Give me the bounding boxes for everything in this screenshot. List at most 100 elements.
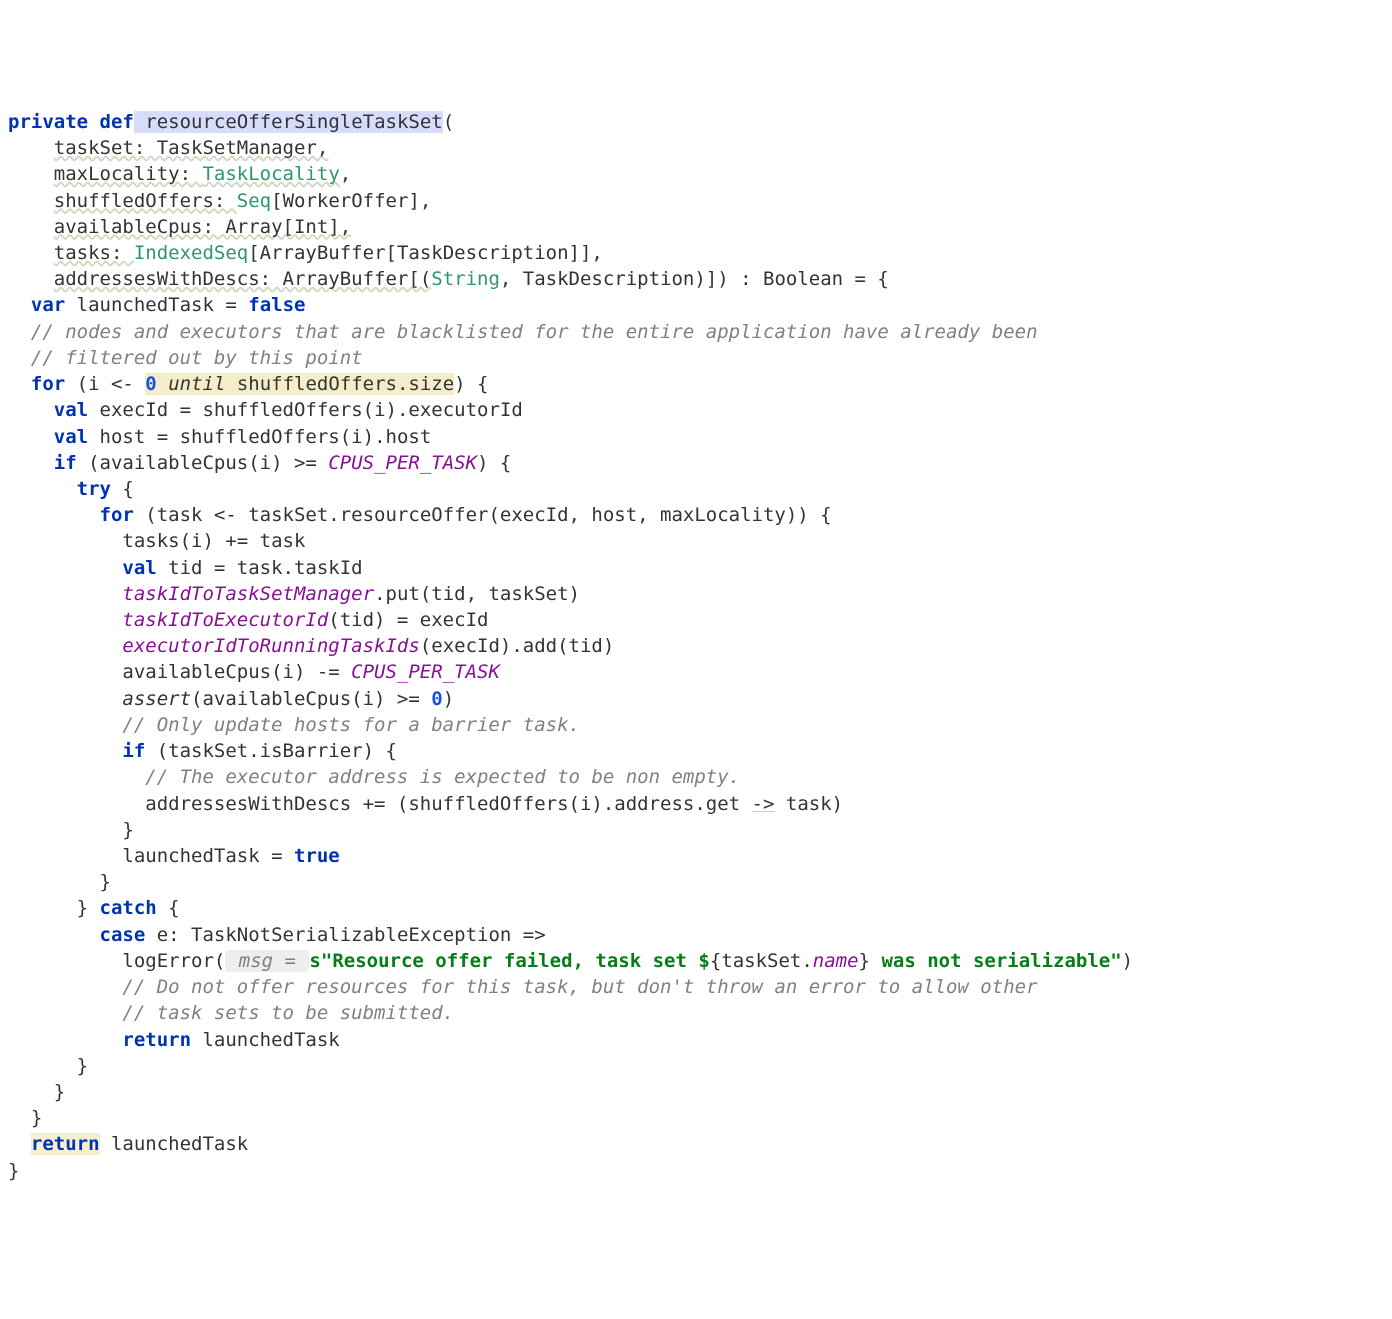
line: addressesWithDescs: ArrayBuffer[(String,… <box>8 268 889 290</box>
param-decl: maxLocality: <box>54 163 203 185</box>
text: execId = shuffledOffers(i).executorId <box>88 399 523 421</box>
keyword-true: true <box>294 845 340 867</box>
string-literal: "Resource offer failed, task set <box>321 950 699 972</box>
field-ref: taskIdToTaskSetManager <box>122 583 374 605</box>
line: logError( msg = s"Resource offer failed,… <box>8 950 1133 972</box>
keyword-def: def <box>100 111 134 133</box>
line: } <box>8 1160 19 1182</box>
indent <box>8 557 122 579</box>
text: [WorkerOffer], <box>271 190 431 212</box>
number-literal: 0 <box>145 373 156 395</box>
constant-ref: CPUS_PER_TASK <box>328 452 477 474</box>
comment-line: // task sets to be submitted. <box>8 1002 454 1024</box>
keyword-if: if <box>54 452 77 474</box>
interp-close: } <box>859 950 870 972</box>
line: val execId = shuffledOffers(i).executorI… <box>8 399 523 421</box>
param-decl: taskSet: TaskSetManager, <box>54 137 329 159</box>
line: val tid = task.taskId <box>8 557 363 579</box>
text: launchedTask = <box>8 845 294 867</box>
keyword-try: try <box>77 478 111 500</box>
constant-ref: CPUS_PER_TASK <box>351 661 500 683</box>
comment-line: // Do not offer resources for this task,… <box>8 976 1038 998</box>
param-hint: msg = <box>225 950 309 972</box>
field-ref: taskIdToExecutorId <box>122 609 328 631</box>
field-ref: executorIdToRunningTaskIds <box>122 635 419 657</box>
keyword-val: val <box>54 426 88 448</box>
indent <box>8 268 54 290</box>
text: launchedTask = <box>65 294 248 316</box>
indent <box>8 1133 31 1155</box>
text: .put(tid, taskSet) <box>374 583 580 605</box>
indent <box>8 609 122 631</box>
line: taskIdToExecutorId(tid) = execId <box>8 609 488 631</box>
string-escape: $ <box>698 950 709 972</box>
line: if (taskSet.isBarrier) { <box>8 740 397 762</box>
code-block: private def resourceOfferSingleTaskSet( … <box>8 109 1384 1184</box>
text: , <box>340 163 351 185</box>
indent <box>8 452 54 474</box>
keyword-catch: catch <box>100 897 157 919</box>
text: e: TaskNotSerializableException => <box>145 924 545 946</box>
arrow-op: -> <box>752 793 775 815</box>
text: addressesWithDescs += (shuffledOffers(i)… <box>8 793 752 815</box>
comment-line: // nodes and executors that are blacklis… <box>8 321 1038 343</box>
line: tasks(i) += task <box>8 530 305 552</box>
indent <box>8 478 77 500</box>
param-decl: shuffledOffers: <box>54 190 237 212</box>
text: shuffledOffers.size <box>237 373 454 395</box>
function-name-highlight: resourceOfferSingleTaskSet <box>134 111 443 133</box>
interp-open: {taskSet. <box>710 950 813 972</box>
keyword-if: if <box>122 740 145 762</box>
text: ) { <box>454 373 488 395</box>
line: for (i <- 0 until shuffledOffers.size) { <box>8 373 489 395</box>
text: ) <box>1122 950 1133 972</box>
indent <box>8 294 31 316</box>
text: (availableCpus(i) >= <box>77 452 329 474</box>
indent <box>8 242 54 264</box>
string-literal: was not serializable" <box>870 950 1122 972</box>
keyword-for: for <box>100 504 134 526</box>
line: return launchedTask <box>8 1029 340 1051</box>
keyword-val: val <box>122 557 156 579</box>
line: if (availableCpus(i) >= CPUS_PER_TASK) { <box>8 452 511 474</box>
text: , TaskDescription)]) : Boolean = { <box>500 268 889 290</box>
text: host = shuffledOffers(i).host <box>88 426 431 448</box>
indent <box>8 583 122 605</box>
text: } <box>8 897 100 919</box>
text: tid = task.taskId <box>157 557 363 579</box>
text: { <box>111 478 134 500</box>
line: for (task <- taskSet.resourceOffer(execI… <box>8 504 832 526</box>
line: tasks: IndexedSeq[ArrayBuffer[TaskDescri… <box>8 242 603 264</box>
keyword-return: return <box>122 1029 191 1051</box>
line: addressesWithDescs += (shuffledOffers(i)… <box>8 793 843 815</box>
indent <box>8 216 54 238</box>
keyword-for: for <box>31 373 65 395</box>
line: case e: TaskNotSerializableException => <box>8 924 546 946</box>
line: val host = shuffledOffers(i).host <box>8 426 431 448</box>
text: ) <box>443 688 454 710</box>
keyword-private: private <box>8 111 88 133</box>
field-ref: name <box>813 950 859 972</box>
text: (i <- <box>65 373 145 395</box>
text: [ArrayBuffer[TaskDescription]], <box>248 242 603 264</box>
string-prefix: s <box>309 950 320 972</box>
indent <box>8 190 54 212</box>
line: } catch { <box>8 897 180 919</box>
line: private def resourceOfferSingleTaskSet( <box>8 111 454 133</box>
text: launchedTask <box>191 1029 340 1051</box>
line: try { <box>8 478 134 500</box>
line: } <box>8 1107 42 1129</box>
keyword-until: until <box>157 373 237 395</box>
text: (execId).add(tid) <box>420 635 614 657</box>
line: } <box>8 871 111 893</box>
indent <box>8 137 54 159</box>
text: (task <- taskSet.resourceOffer(execId, h… <box>134 504 832 526</box>
indent <box>8 163 54 185</box>
line: } <box>8 1055 88 1077</box>
line: assert(availableCpus(i) >= 0) <box>8 688 454 710</box>
text: launchedTask <box>100 1133 249 1155</box>
indent <box>8 373 31 395</box>
indent <box>8 426 54 448</box>
highlight-range: 0 until shuffledOffers.size <box>145 373 454 395</box>
indent <box>8 924 100 946</box>
